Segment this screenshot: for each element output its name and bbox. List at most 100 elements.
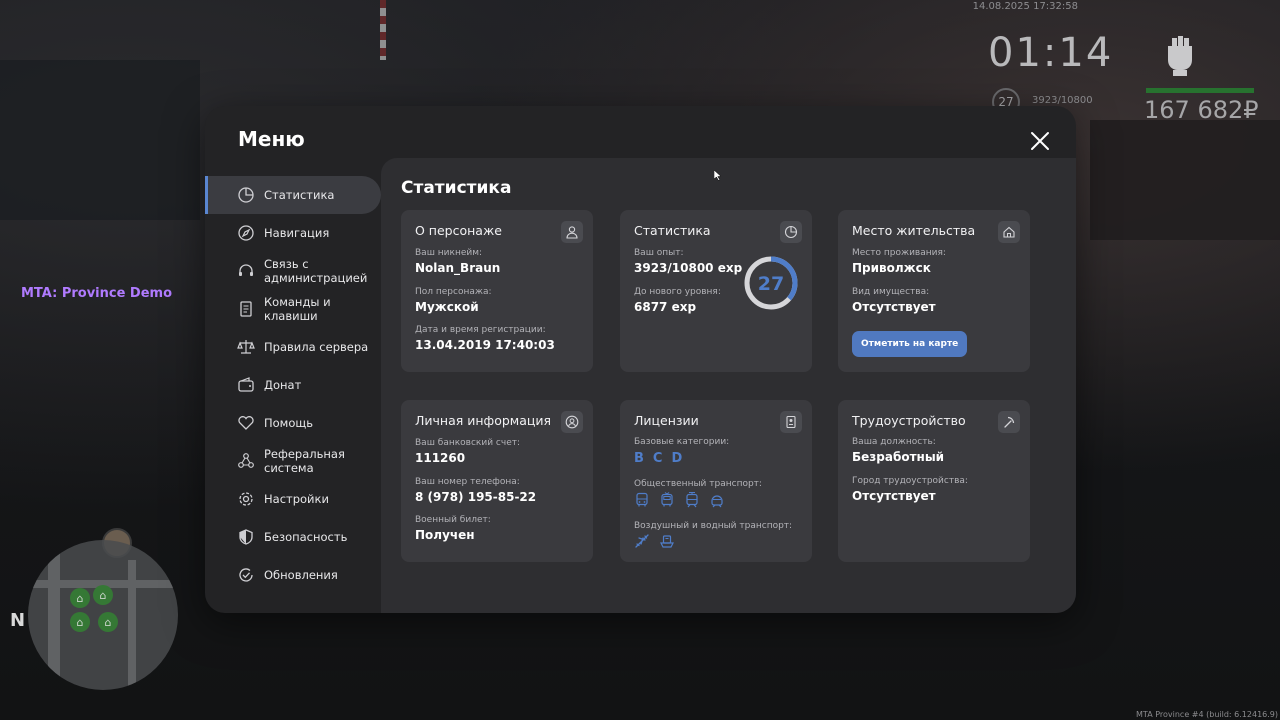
card-title: О персонаже: [415, 223, 502, 238]
air-water-transport-label: Воздушный и водный транспорт:: [634, 521, 793, 531]
hud-clock: 01:14: [988, 30, 1114, 76]
sidebar-item-label: Реферальная система: [264, 447, 345, 475]
network-icon: [238, 453, 254, 468]
nickname-label: Ваш никнейм:: [415, 248, 483, 258]
nickname-value: Nolan_Braun: [415, 261, 501, 275]
licenses-card: Лицензии Базовые категории: B C D Общест…: [620, 400, 812, 562]
health-bar: [1146, 88, 1254, 93]
sidebar-item-label: Помощь: [264, 416, 314, 430]
job-position-value: Безработный: [852, 450, 945, 464]
person-icon: [561, 221, 583, 243]
level-number: 27: [758, 273, 784, 295]
card-title: Место жительства: [852, 223, 976, 238]
next-level-label: До нового уровня:: [634, 287, 721, 297]
house-icon: ⌂: [70, 612, 90, 632]
sidebar-item-rules[interactable]: Правила сервера: [205, 328, 381, 366]
statistics-card: Статистика Ваш опыт: 3923/10800 exp До н…: [620, 210, 812, 372]
house-icon: ⌂: [93, 585, 113, 605]
sidebar-item-referral[interactable]: Реферальная система: [205, 442, 381, 480]
residence-card: Место жительства Место проживания: Приво…: [838, 210, 1030, 372]
sidebar-nav: Статистика Навигация Связь с администрац…: [205, 176, 381, 594]
exp-value: 3923/10800 exp: [634, 261, 743, 275]
background-building: [1090, 120, 1280, 240]
sidebar-item-label: Донат: [264, 378, 302, 392]
pie-chart-icon: [238, 187, 254, 203]
sidebar-item-label: Статистика: [264, 188, 335, 202]
sidebar-item-updates[interactable]: Обновления: [205, 556, 381, 594]
bank-account-value: 111260: [415, 451, 466, 465]
pie-chart-icon: [780, 221, 802, 243]
mouse-cursor-icon: [714, 170, 722, 181]
sidebar-item-security[interactable]: Безопасность: [205, 518, 381, 556]
home-icon: [998, 221, 1020, 243]
house-icon: ⌂: [98, 612, 118, 632]
sidebar-item-contact-admin[interactable]: Связь с администрацией: [205, 252, 381, 290]
card-title: Лицензии: [634, 413, 699, 428]
document-icon: [240, 301, 252, 317]
background-pole: [380, 0, 386, 60]
sidebar-item-commands[interactable]: Команды и клавиши: [205, 290, 381, 328]
mark-on-map-button[interactable]: Отметить на карте: [852, 331, 968, 357]
exp-label: Ваш опыт:: [634, 248, 684, 258]
user-circle-icon: [561, 411, 583, 433]
gender-label: Пол персонажа:: [415, 287, 492, 297]
tram-icon: [686, 492, 698, 508]
sidebar-item-settings[interactable]: Настройки: [205, 480, 381, 518]
military-id-value: Получен: [415, 528, 475, 542]
card-title: Личная информация: [415, 413, 552, 428]
property-label: Вид имущества:: [852, 287, 930, 297]
public-transport-icons: [634, 492, 725, 508]
job-city-label: Город трудоустройства:: [852, 476, 968, 486]
license-category: C: [652, 451, 663, 466]
employment-card: Трудоустройство Ваша должность: Безработ…: [838, 400, 1030, 562]
close-icon[interactable]: [1027, 128, 1053, 154]
sidebar-item-navigation[interactable]: Навигация: [205, 214, 381, 252]
next-level-value: 6877 exp: [634, 300, 697, 314]
compass-icon: [238, 225, 254, 241]
base-categories-label: Базовые категории:: [634, 437, 730, 447]
license-category: B: [634, 451, 644, 466]
id-card-icon: [780, 411, 802, 433]
sidebar-item-label: Обновления: [264, 568, 338, 582]
sidebar-item-help[interactable]: Помощь: [205, 404, 381, 442]
trolleybus-icon: [661, 492, 673, 507]
job-position-label: Ваша должность:: [852, 437, 936, 447]
hud-datetime: 14.08.2025 17:32:58: [972, 1, 1078, 12]
stats-content: Статистика О персонаже Ваш никнейм: Nola…: [381, 158, 1076, 613]
shield-icon: [239, 529, 253, 545]
minimap-north-label: N: [10, 610, 26, 631]
menu-modal: Меню Статистика Навигация Связь с админи…: [205, 106, 1076, 613]
pickaxe-icon: [998, 411, 1020, 433]
bus-icon: [636, 492, 648, 507]
metro-icon: [711, 495, 723, 508]
build-info: MTA Province #4 (build: 6.12416.9): [1136, 710, 1278, 719]
background-building: [0, 60, 200, 220]
sidebar-item-donate[interactable]: Донат: [205, 366, 381, 404]
sidebar-item-label: Правила сервера: [264, 340, 369, 354]
scales-icon: [237, 340, 255, 354]
property-value: Отсутствует: [852, 300, 936, 314]
fist-icon: [1168, 36, 1192, 76]
minimap: ⌂ ⌂ ⌂ ⌂: [28, 540, 178, 690]
license-categories: B C D: [634, 451, 682, 466]
heart-handshake-icon: [238, 416, 254, 430]
server-label: MTA: Province Demo: [21, 286, 173, 301]
card-title: Статистика: [634, 223, 711, 238]
registration-label: Дата и время регистрации:: [415, 325, 546, 335]
hud-exp: 3923/10800: [1032, 95, 1093, 106]
phone-value: 8 (978) 195-85-22: [415, 490, 537, 504]
hud-money: 167 682₽: [1144, 96, 1259, 124]
air-water-transport-icons: [634, 533, 675, 549]
card-title: Трудоустройство: [852, 413, 966, 428]
airplane-icon: [635, 534, 649, 548]
sidebar-item-label: Команды и клавиши: [264, 295, 331, 323]
sidebar-item-statistics[interactable]: Статистика: [205, 176, 381, 214]
license-category: D: [671, 451, 683, 466]
personal-info-card: Личная информация Ваш банковский счет: 1…: [401, 400, 593, 562]
gear-icon: [239, 492, 253, 506]
residence-label: Место проживания:: [852, 248, 946, 258]
sidebar-item-label: Настройки: [264, 492, 329, 506]
headset-icon: [239, 264, 253, 276]
page-title: Статистика: [401, 178, 512, 198]
refresh-check-icon: [239, 568, 253, 582]
